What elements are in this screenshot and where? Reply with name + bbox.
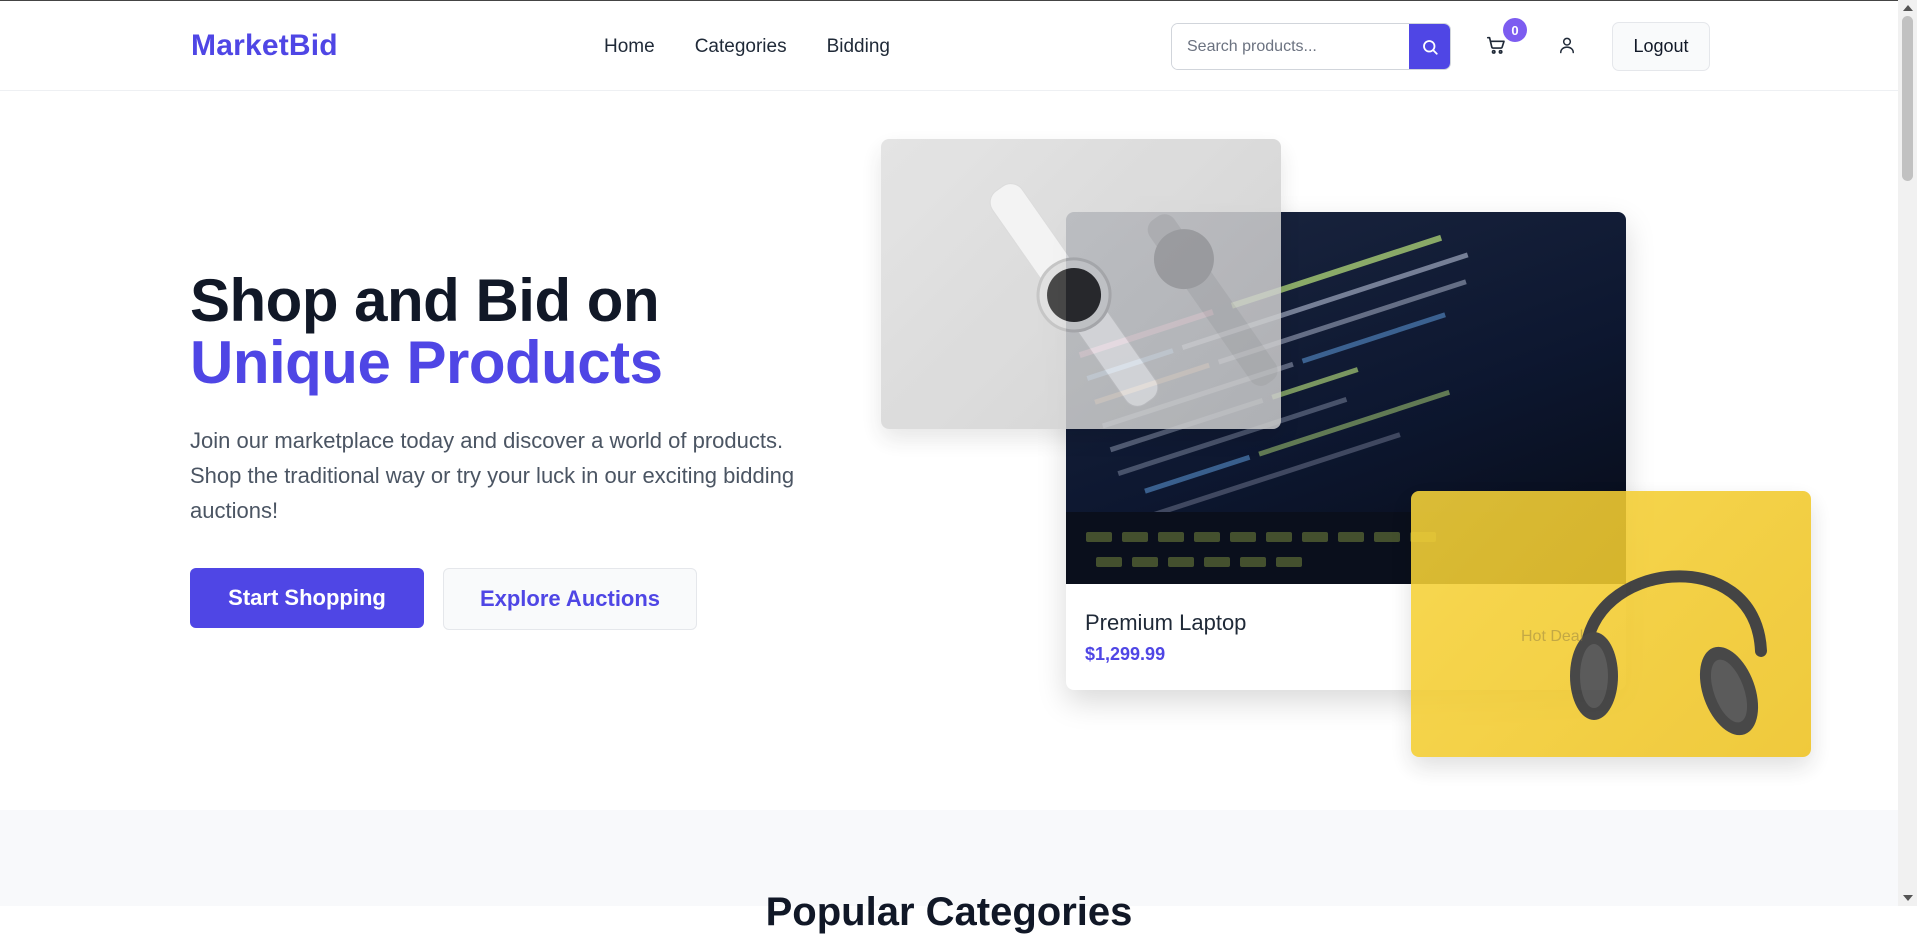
scroll-down-arrow[interactable] <box>1903 895 1913 901</box>
headphones-graphic <box>1570 570 1767 736</box>
logout-button[interactable]: Logout <box>1612 22 1710 71</box>
nav-home[interactable]: Home <box>604 36 655 58</box>
user-button[interactable] <box>1553 31 1581 59</box>
page-scrollbar[interactable] <box>1898 0 1917 906</box>
scroll-up-arrow[interactable] <box>1903 5 1913 11</box>
search-icon <box>1422 39 1438 55</box>
cart-count-badge: 0 <box>1503 18 1527 42</box>
watch-graphic <box>989 183 1278 407</box>
logo[interactable]: MarketBid <box>191 29 338 63</box>
search-input[interactable] <box>1172 24 1409 69</box>
search-box <box>1171 23 1451 70</box>
main-nav: Home Categories Bidding <box>604 36 890 58</box>
product-price: $1,299.99 <box>1085 644 1166 664</box>
hero-title-accent: Unique Products <box>190 329 663 396</box>
hot-deal-label: Hot Deal <box>1521 628 1584 645</box>
search-button[interactable] <box>1409 24 1450 69</box>
categories-heading: Popular Categories <box>765 890 1133 934</box>
explore-auctions-button[interactable]: Explore Auctions <box>443 568 697 630</box>
hero-description: Join our marketplace today and discover … <box>190 428 795 523</box>
nav-bidding[interactable]: Bidding <box>827 36 890 58</box>
scrollbar-thumb[interactable] <box>1902 16 1913 181</box>
site-header: MarketBid Home Categories Bidding 0 Logo… <box>0 0 1898 91</box>
nav-categories[interactable]: Categories <box>695 36 787 58</box>
hero-title: Shop and Bid on Unique Products <box>190 270 663 394</box>
start-shopping-button[interactable]: Start Shopping <box>190 568 424 628</box>
product-title: Premium Laptop <box>1085 610 1247 635</box>
headphones-image: Hot Deal <box>1411 491 1811 757</box>
hero-title-line1: Shop and Bid on <box>190 267 660 334</box>
watch-image <box>881 139 1281 429</box>
user-icon <box>1560 37 1574 54</box>
cart-icon <box>1486 36 1505 54</box>
